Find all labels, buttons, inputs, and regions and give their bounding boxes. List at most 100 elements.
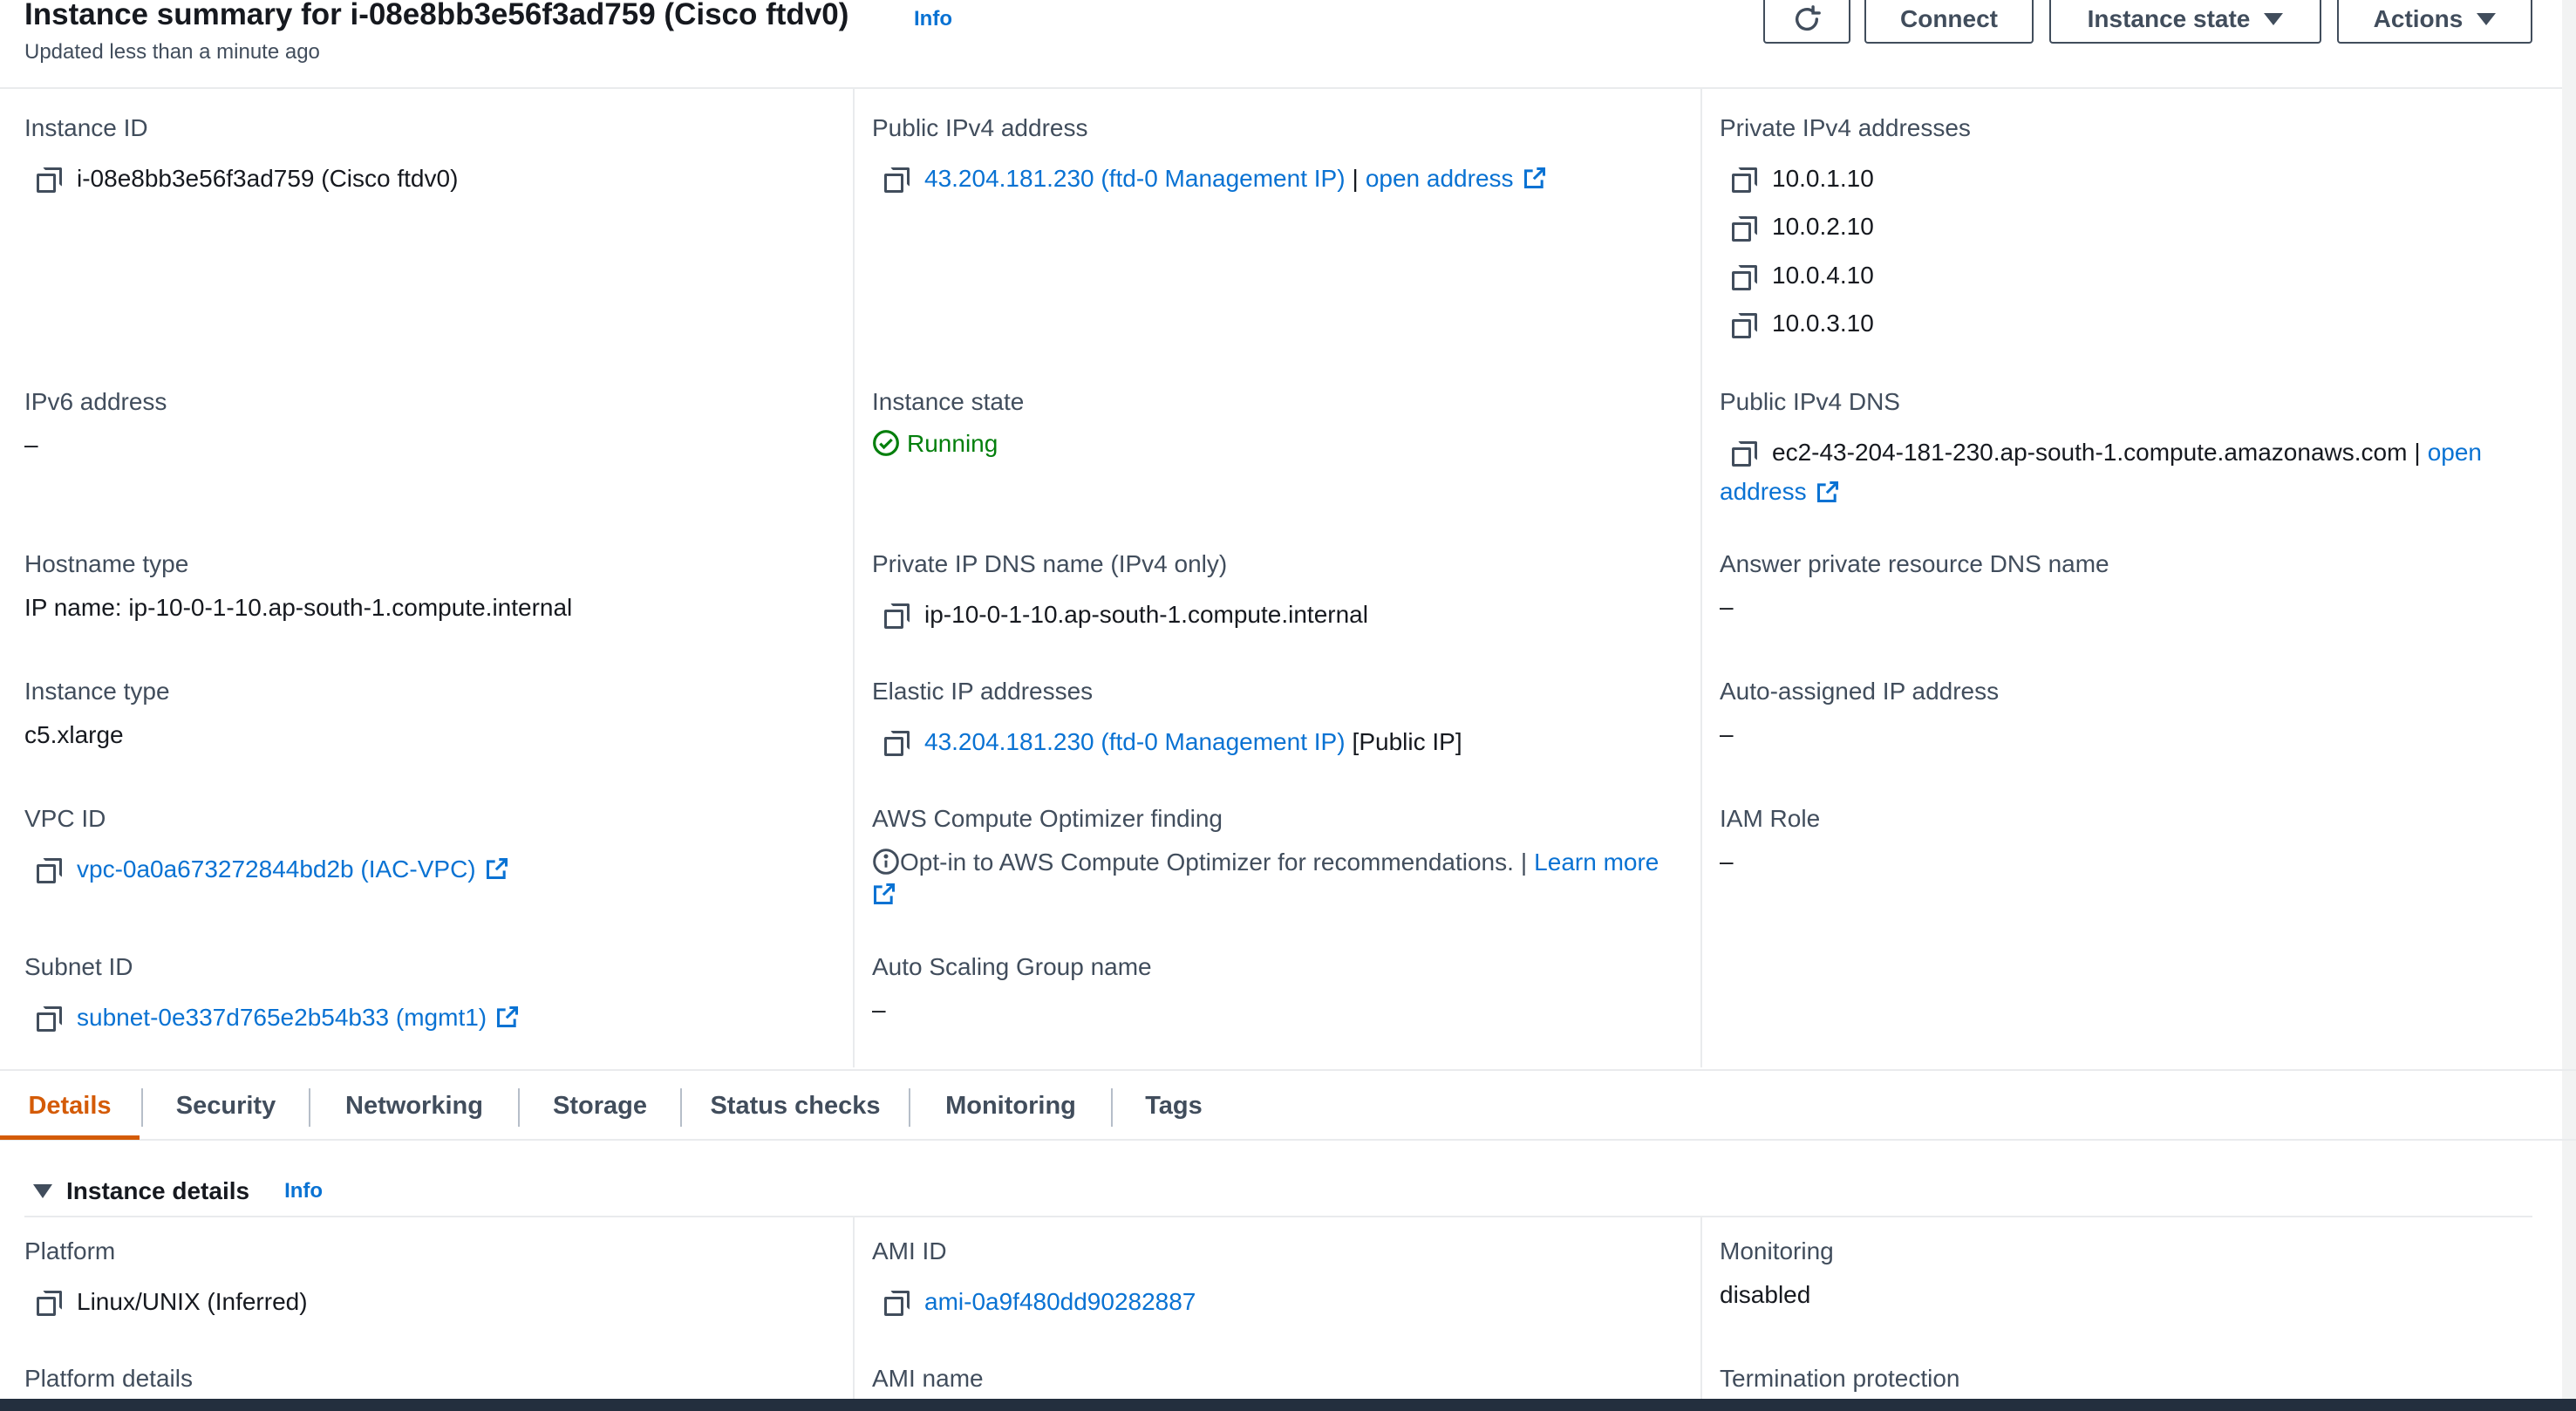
asg-value: – <box>872 995 886 1023</box>
external-link-icon[interactable] <box>485 856 509 881</box>
actions-button[interactable]: Actions <box>2337 0 2532 44</box>
active-tab-indicator <box>0 1135 140 1140</box>
external-link-icon[interactable] <box>1523 166 1547 190</box>
copy-icon[interactable] <box>37 1291 62 1317</box>
updated-text: Updated less than a minute ago <box>24 40 320 64</box>
ipv6-value: – <box>24 430 38 458</box>
field-instance-state: Instance state Running <box>872 387 1024 458</box>
info-link[interactable]: Info <box>284 1179 323 1203</box>
optimizer-text: Opt-in to AWS Compute Optimizer for reco… <box>900 848 1514 876</box>
tab-tags[interactable]: Tags <box>1113 1071 1235 1141</box>
column-divider <box>1700 89 1702 1067</box>
field-label: IPv6 address <box>24 388 167 415</box>
ami-id-link[interactable]: ami-0a9f480dd90282887 <box>924 1287 1196 1317</box>
field-label: Subnet ID <box>24 953 133 980</box>
field-private-ipv4: Private IPv4 addresses 10.0.1.10 10.0.2.… <box>1720 113 1971 339</box>
field-platform: Platform Linux/UNIX (Inferred) <box>24 1237 308 1317</box>
field-label: IAM Role <box>1720 805 1821 832</box>
subnet-id-link[interactable]: subnet-0e337d765e2b54b33 (mgmt1) <box>77 1003 487 1033</box>
copy-icon[interactable] <box>1732 167 1757 194</box>
page-title: Instance summary for i-08e8bb3e56f3ad759… <box>24 0 849 31</box>
external-link-icon[interactable] <box>1816 480 1840 504</box>
tab-separator <box>909 1088 910 1127</box>
tab-status-checks[interactable]: Status checks <box>682 1071 909 1141</box>
caret-down-icon <box>2264 13 2284 25</box>
info-circle-icon <box>873 849 899 876</box>
tab-security[interactable]: Security <box>143 1071 309 1141</box>
instance-details-header[interactable]: Instance details Info <box>33 1177 323 1205</box>
external-link-icon[interactable] <box>872 882 896 906</box>
separator: | <box>1520 848 1528 876</box>
field-label: Public IPv4 DNS <box>1720 388 1900 415</box>
field-label: Public IPv4 address <box>872 114 1088 141</box>
instance-type-value: c5.xlarge <box>24 720 124 748</box>
tab-storage[interactable]: Storage <box>520 1071 680 1141</box>
refresh-button[interactable] <box>1763 0 1850 44</box>
answer-dns-value: – <box>1720 592 1734 620</box>
public-ip-link[interactable]: 43.204.181.230 (ftd-0 Management IP) <box>924 164 1346 194</box>
copy-icon[interactable] <box>37 1006 62 1033</box>
copy-icon[interactable] <box>1732 264 1757 290</box>
field-label: Private IP DNS name (IPv4 only) <box>872 550 1228 577</box>
info-link[interactable]: Info <box>914 7 952 31</box>
tab-details[interactable]: Details <box>0 1071 140 1141</box>
private-ip-value: 10.0.3.10 <box>1772 310 1874 337</box>
field-label: Elastic IP addresses <box>872 678 1094 705</box>
instance-state-label: Instance state <box>2087 5 2251 32</box>
open-address-link[interactable]: open address <box>1366 164 1514 194</box>
field-label: AWS Compute Optimizer finding <box>872 805 1223 832</box>
private-ip-value: 10.0.2.10 <box>1772 213 1874 241</box>
field-public-dns: Public IPv4 DNS ec2-43-204-181-230.ap-so… <box>1720 387 2482 507</box>
tab-monitoring[interactable]: Monitoring <box>910 1071 1111 1141</box>
field-label: AMI ID <box>872 1237 947 1264</box>
field-hostname-type: Hostname type IP name: ip-10-0-1-10.ap-s… <box>24 549 572 622</box>
field-label: Answer private resource DNS name <box>1720 550 2109 577</box>
field-label: Monitoring <box>1720 1237 1834 1264</box>
tab-networking[interactable]: Networking <box>310 1071 518 1141</box>
copy-icon[interactable] <box>37 167 62 194</box>
elastic-ip-link[interactable]: 43.204.181.230 (ftd-0 Management IP) <box>924 727 1346 757</box>
field-label: Platform <box>24 1237 116 1264</box>
connect-button[interactable]: Connect <box>1864 0 2034 44</box>
field-label: Hostname type <box>24 550 189 577</box>
open-address-link[interactable]: open <box>2428 438 2482 467</box>
separator: | <box>1352 164 1359 192</box>
external-link-icon[interactable] <box>495 1005 520 1029</box>
copy-icon[interactable] <box>884 167 910 194</box>
copy-icon[interactable] <box>1732 441 1757 467</box>
private-ip-value: 10.0.1.10 <box>1772 164 1874 192</box>
field-instance-id: Instance ID i-08e8bb3e56f3ad759 (Cisco f… <box>24 113 458 194</box>
field-private-dns: Private IP DNS name (IPv4 only) ip-10-0-… <box>872 549 1368 630</box>
private-ip-value: 10.0.4.10 <box>1772 261 1874 289</box>
vpc-id-link[interactable]: vpc-0a0a673272844bd2b (IAC-VPC) <box>77 855 476 884</box>
summary-header: Instance summary for i-08e8bb3e56f3ad759… <box>0 0 2576 89</box>
field-label: Platform details <box>24 1365 193 1392</box>
field-label: Termination protection <box>1720 1365 1960 1392</box>
private-dns-value: ip-10-0-1-10.ap-south-1.compute.internal <box>924 600 1368 628</box>
field-termination-protection: Termination protection <box>1720 1364 1959 1394</box>
field-vpc-id: VPC ID vpc-0a0a673272844bd2b (IAC-VPC) <box>24 804 509 884</box>
field-auto-ip: Auto-assigned IP address – <box>1720 677 1999 748</box>
field-ipv6: IPv6 address – <box>24 387 167 459</box>
field-iam-role: IAM Role – <box>1720 804 1820 876</box>
copy-icon[interactable] <box>884 1291 910 1317</box>
learn-more-link[interactable]: Learn more <box>1534 848 1659 877</box>
open-address-link[interactable]: address <box>1720 477 1807 507</box>
field-public-ipv4: Public IPv4 address 43.204.181.230 (ftd-… <box>872 113 1547 194</box>
copy-icon[interactable] <box>1732 215 1757 242</box>
elastic-ip-suffix: [Public IP] <box>1352 727 1462 755</box>
copy-icon[interactable] <box>1732 313 1757 339</box>
field-optimizer: AWS Compute Optimizer finding Opt-in to … <box>872 804 1659 906</box>
hostname-type-value: IP name: ip-10-0-1-10.ap-south-1.compute… <box>24 593 573 621</box>
caret-down-icon <box>2477 13 2497 25</box>
refresh-icon <box>1795 5 1821 31</box>
field-label: Private IPv4 addresses <box>1720 114 1971 141</box>
detail-tabs: Details Security Networking Storage Stat… <box>0 1071 2576 1141</box>
copy-icon[interactable] <box>884 603 910 630</box>
instance-state-button[interactable]: Instance state <box>2049 0 2321 44</box>
field-subnet-id: Subnet ID subnet-0e337d765e2b54b33 (mgmt… <box>24 952 520 1033</box>
public-dns-value: ec2-43-204-181-230.ap-south-1.compute.am… <box>1772 438 2408 466</box>
auto-ip-value: – <box>1720 719 1734 747</box>
copy-icon[interactable] <box>884 731 910 757</box>
copy-icon[interactable] <box>37 858 62 884</box>
